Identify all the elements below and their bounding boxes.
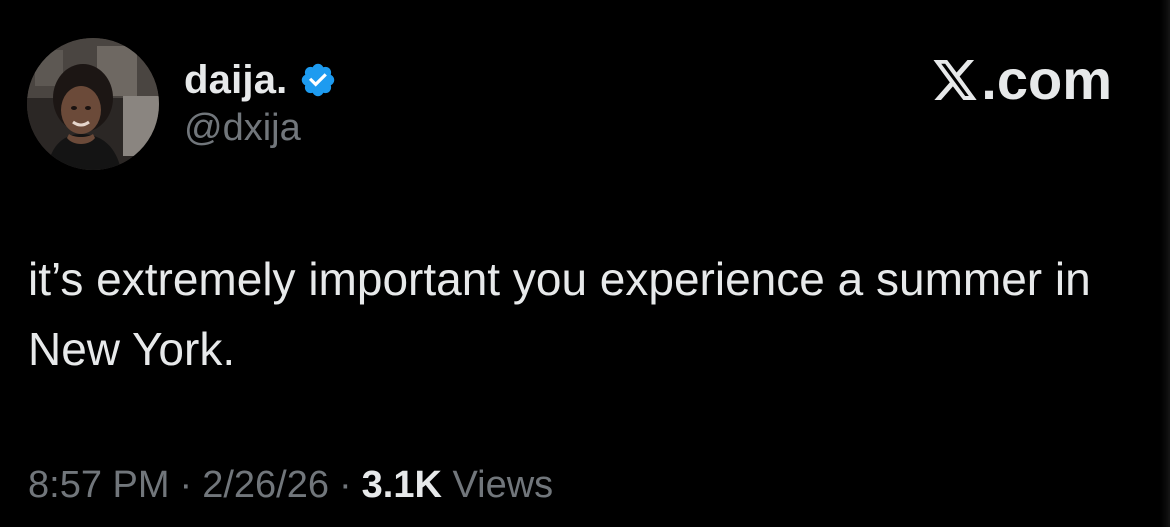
brand-logo: .com — [931, 52, 1112, 108]
tweet-card: daija. @dxija .com it’s extremely import… — [0, 0, 1170, 527]
brand-domain: .com — [981, 48, 1112, 111]
verified-badge-icon — [299, 61, 337, 99]
meta-separator: · — [179, 464, 193, 506]
tweet-date[interactable]: 2/26/26 — [202, 464, 329, 506]
tweet-time[interactable]: 8:57 PM — [28, 464, 170, 506]
scrollbar-edge — [1160, 0, 1170, 527]
avatar-photo-icon — [27, 38, 159, 170]
display-name[interactable]: daija. — [184, 58, 287, 102]
meta-separator: · — [338, 464, 352, 506]
author-info: daija. @dxija — [184, 58, 337, 150]
views-label: Views — [452, 464, 554, 506]
tweet-text: it’s extremely important you experience … — [28, 253, 1091, 375]
x-logo-icon — [931, 57, 979, 103]
name-row: daija. — [184, 58, 337, 102]
tweet-meta: 8:57 PM · 2/26/26 · 3.1K Views — [28, 462, 553, 508]
views-count[interactable]: 3.1K — [362, 464, 442, 506]
handle[interactable]: @dxija — [184, 106, 337, 150]
avatar[interactable] — [27, 38, 159, 170]
